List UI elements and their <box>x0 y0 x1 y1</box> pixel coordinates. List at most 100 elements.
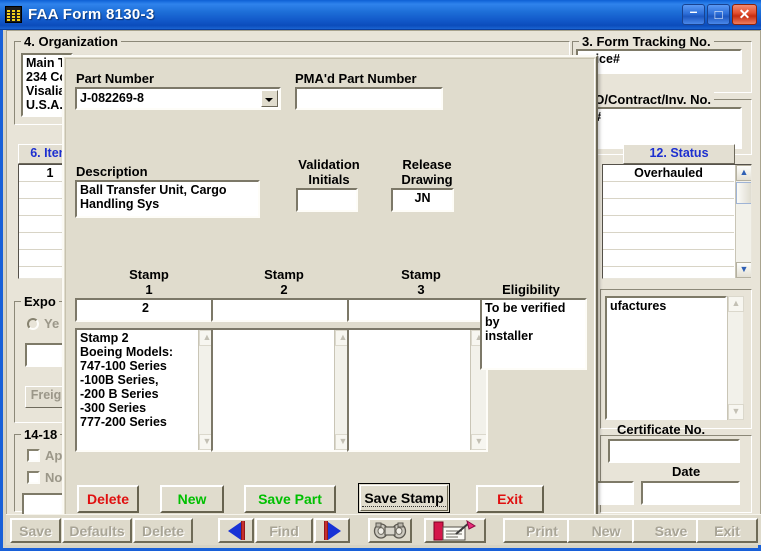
toolbar-sign-form-button[interactable] <box>424 518 486 543</box>
toolbar-defaults-button[interactable]: Defaults <box>62 518 132 543</box>
maximize-icon: □ <box>708 5 729 24</box>
window-title: FAA Form 8130-3 <box>28 6 680 23</box>
description-value: Ball Transfer Unit, Cargo Handling Sys <box>77 182 258 212</box>
wo-contract-value: /O# <box>578 109 740 125</box>
scroll-down-icon[interactable]: ▼ <box>471 434 487 450</box>
stamp-2-value <box>213 300 350 302</box>
stamp-2-notes[interactable]: ▲ ▼ <box>211 328 352 452</box>
save-stamp-button-label: Save Stamp <box>362 490 445 507</box>
certificate-field[interactable] <box>608 439 740 463</box>
form-tracking-field[interactable]: voice# <box>576 49 742 74</box>
save-stamp-button[interactable]: Save Stamp <box>358 483 450 513</box>
form-tracking-caption: 3. Form Tracking No. <box>579 34 714 49</box>
toolbar-defaults-label: Defaults <box>69 523 124 539</box>
sign-form-icon <box>431 520 479 542</box>
toolbar-delete-button[interactable]: Delete <box>133 518 193 543</box>
eligibility-value: To be verified by installer <box>482 300 585 344</box>
export-yes-radio[interactable] <box>27 318 39 330</box>
release-drawing-value: JN <box>393 190 452 206</box>
approval-check-1[interactable] <box>27 449 40 462</box>
status-row[interactable] <box>603 199 734 216</box>
stamp-3-value <box>349 300 486 302</box>
part-number-label: Part Number <box>76 71 154 86</box>
description-field[interactable]: Ball Transfer Unit, Cargo Handling Sys <box>75 180 260 218</box>
validation-initials-label: Validation Initials <box>289 157 369 187</box>
approval-check-1-label: Ap <box>45 449 62 463</box>
export-yes-label: Ye <box>44 317 59 331</box>
approval-check-2[interactable] <box>27 471 40 484</box>
maximize-button[interactable]: □ <box>707 4 730 25</box>
pma-part-number-field[interactable] <box>295 87 443 110</box>
scroll-down-icon[interactable]: ▼ <box>728 404 744 420</box>
approval-check-2-label: No <box>45 471 62 485</box>
toolbar-exit-button[interactable]: Exit <box>696 518 758 543</box>
stamp-2-field[interactable] <box>211 298 352 322</box>
export-freight-button[interactable]: Freig <box>25 386 67 408</box>
certificate-label: Certificate No. <box>617 423 705 437</box>
eligibility-field[interactable]: To be verified by installer <box>480 298 587 370</box>
status-row[interactable] <box>603 250 734 267</box>
stamp-1-field[interactable]: 2 <box>75 298 216 322</box>
stamp-2-label: Stamp 2 <box>229 267 339 297</box>
scroll-down-icon[interactable]: ▼ <box>736 262 752 278</box>
export-text-field[interactable] <box>25 343 67 367</box>
organization-caption: 4. Organization <box>21 34 121 49</box>
save-part-button[interactable]: Save Part <box>244 485 336 513</box>
new-button[interactable]: New <box>160 485 224 513</box>
export-text-value <box>27 345 65 347</box>
stamp-3-notes[interactable]: ▲ ▼ <box>347 328 488 452</box>
manufactures-scrollbar[interactable]: ▲ ▼ <box>727 296 743 420</box>
minimize-button[interactable]: – <box>682 4 705 25</box>
date-field[interactable] <box>641 481 740 505</box>
bottom-toolbar: Save Defaults Delete Find <box>6 514 761 545</box>
toolbar-prev-button[interactable] <box>218 518 254 543</box>
manufactures-list[interactable]: ufactures <box>605 296 727 420</box>
status-row[interactable] <box>603 216 734 233</box>
part-number-combo[interactable]: J-082269-8 <box>75 87 281 110</box>
status-grid-header[interactable]: 12. Status <box>623 144 735 164</box>
toolbar-save-button[interactable]: Save <box>10 518 61 543</box>
scroll-up-icon[interactable]: ▲ <box>728 296 744 312</box>
scroll-up-icon[interactable]: ▲ <box>736 165 752 181</box>
binoculars-icon <box>373 521 407 540</box>
exit-button-label: Exit <box>497 491 523 507</box>
delete-button-label: Delete <box>87 491 129 507</box>
close-button[interactable]: ✕ <box>732 4 757 25</box>
chevron-down-icon[interactable] <box>261 90 278 107</box>
stamp-1-notes[interactable]: Stamp 2 Boeing Models: 747-100 Series -1… <box>75 328 216 452</box>
triangle-right-icon <box>324 521 341 540</box>
status-row[interactable] <box>603 182 734 199</box>
validation-initials-field[interactable] <box>296 188 358 212</box>
toolbar-save-right-label: Save <box>655 523 688 539</box>
status-row[interactable] <box>603 233 734 250</box>
status-grid[interactable]: Overhauled ▲ ▼ <box>602 164 752 279</box>
toolbar-delete-label: Delete <box>142 523 184 539</box>
form-tracking-value: voice# <box>578 51 740 67</box>
status-grid-scrollbar[interactable]: ▲ ▼ <box>735 165 751 278</box>
stamp-1-label: Stamp 1 <box>94 267 204 297</box>
title-bar: FAA Form 8130-3 – □ ✕ <box>0 0 761 30</box>
part-number-value: J-082269-8 <box>77 89 279 107</box>
application-window: FAA Form 8130-3 – □ ✕ 4. Organization Ma… <box>0 0 761 551</box>
approval-caption: 14-18 <box>21 427 60 442</box>
toolbar-binoculars-button[interactable] <box>368 518 412 543</box>
release-drawing-label: Release Drawing <box>384 157 470 187</box>
status-row[interactable]: Overhauled <box>603 165 734 182</box>
release-drawing-field[interactable]: JN <box>391 188 454 212</box>
export-caption: Expo <box>21 294 59 309</box>
stamp-3-field[interactable] <box>347 298 488 322</box>
stamp-3-notes-value <box>349 330 486 332</box>
window-client-area: 4. Organization Main T 234 Co Visalia U.… <box>0 30 761 551</box>
stamp-1-value: 2 <box>77 300 214 316</box>
toolbar-new-label: New <box>592 523 621 539</box>
window-controls: – □ ✕ <box>680 4 757 25</box>
toolbar-find-button[interactable]: Find <box>255 518 313 543</box>
stamp-2-notes-value <box>213 330 350 332</box>
scroll-thumb[interactable] <box>736 182 752 204</box>
status-grid-rows: Overhauled <box>603 165 734 278</box>
toolbar-print-label: Print <box>526 523 558 539</box>
delete-button[interactable]: Delete <box>77 485 139 513</box>
toolbar-next-button[interactable] <box>314 518 350 543</box>
exit-button[interactable]: Exit <box>476 485 544 513</box>
wo-contract-field[interactable]: /O# <box>576 107 742 149</box>
